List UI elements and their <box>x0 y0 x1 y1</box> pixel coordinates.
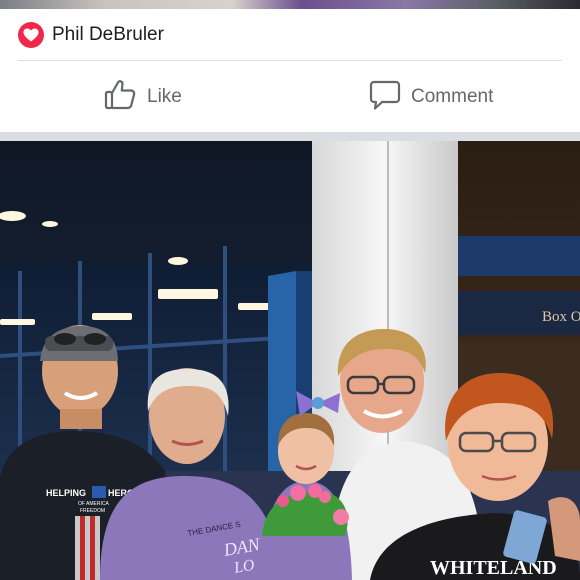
like-button[interactable]: Like <box>104 79 182 115</box>
thumbs-up-icon <box>104 78 137 116</box>
post-separator <box>0 132 580 141</box>
reaction-summary[interactable]: Phil DeBruler <box>18 20 164 50</box>
shirt-text-whiteland: WHITELAND <box>430 557 557 579</box>
divider <box>18 60 562 61</box>
post-footer: Phil DeBruler Like Comment <box>0 9 580 132</box>
shirt-text-of-america: OF AMERICA <box>78 501 110 507</box>
shirt-text-helping: HELPING <box>46 488 86 498</box>
box-office-sign: Box O <box>542 309 580 325</box>
previous-post-image-strip <box>0 0 580 9</box>
like-label: Like <box>147 86 182 107</box>
post-photo[interactable]: Box O HELPING HEROES OF AMERICA FREEDOM … <box>0 141 580 580</box>
comment-bubble-icon <box>369 79 401 116</box>
comment-button[interactable]: Comment <box>369 79 493 115</box>
shirt-text-freedom: FREEDOM <box>80 508 105 514</box>
comment-label: Comment <box>411 86 494 107</box>
reactor-name[interactable]: Phil DeBruler <box>52 24 164 46</box>
love-reaction-icon <box>18 22 44 48</box>
